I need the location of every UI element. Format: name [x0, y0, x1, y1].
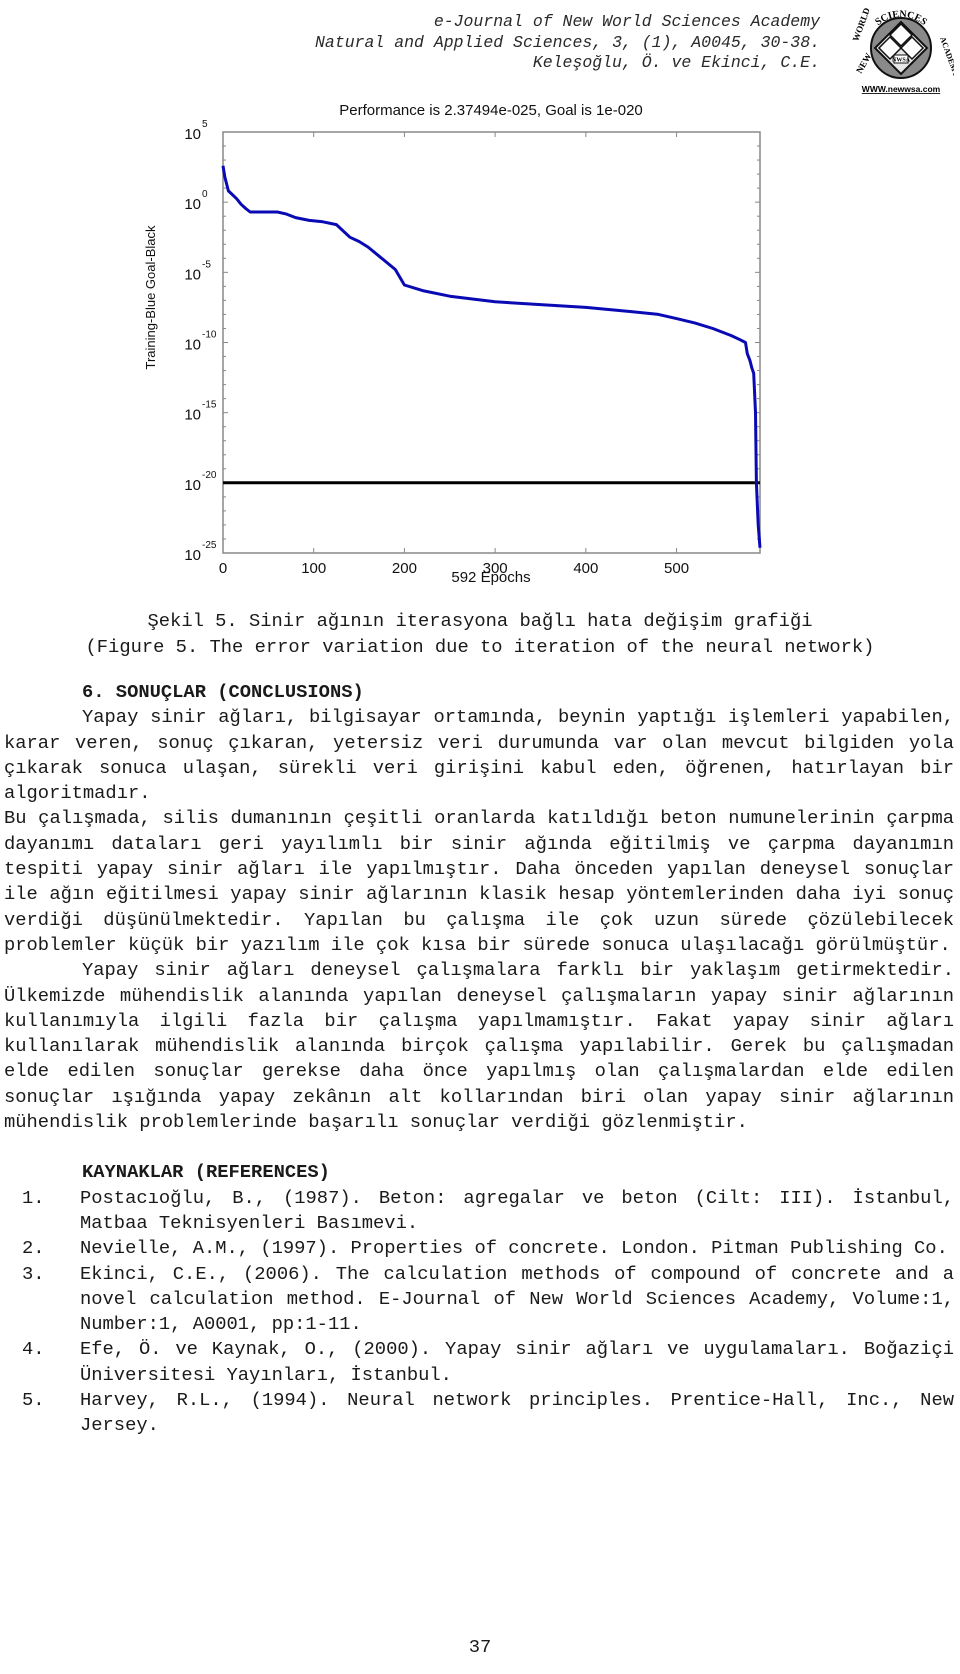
page-number: 37 [468, 1636, 492, 1658]
y-tick-label: 10 [184, 266, 201, 283]
x-tick-label: 200 [392, 560, 417, 577]
paragraph: Bu çalışmada, silis dumanının çeşitli or… [4, 807, 954, 956]
references-section: KAYNAKLAR (REFERENCES) 1. Postacıoğlu, B… [4, 1160, 954, 1438]
caption-english: (Figure 5. The error variation due to it… [85, 636, 875, 658]
y-tick-label: 10 [184, 477, 201, 494]
reference-text: Efe, Ö. ve Kaynak, O., (2000). Yapay sin… [80, 1338, 954, 1386]
y-tick-exponent: -5 [202, 259, 211, 270]
reference-number: 5. [22, 1389, 45, 1412]
y-tick-label: 10 [184, 196, 201, 213]
training-performance-chart: Performance is 2.37494e-025, Goal is 1e-… [143, 102, 762, 586]
y-tick-label: 10 [184, 126, 201, 143]
x-tick-label: 0 [219, 560, 227, 577]
reference-item: 1. Postacıoğlu, B., (1987). Beton: agreg… [4, 1186, 954, 1237]
y-tick-exponent: -25 [202, 540, 217, 551]
reference-number: 4. [22, 1338, 45, 1361]
y-tick-exponent: -10 [202, 330, 217, 341]
y-tick-exponent: 5 [202, 119, 208, 130]
reference-item: 5. Harvey, R.L., (1994). Neural network … [4, 1388, 954, 1439]
reference-number: 2. [22, 1237, 45, 1260]
references-heading: KAYNAKLAR (REFERENCES) [82, 1161, 330, 1184]
logo-center-text: NWSA [892, 58, 911, 64]
chart-title: Performance is 2.37494e-025, Goal is 1e-… [339, 102, 643, 119]
y-tick-label: 10 [184, 407, 201, 424]
y-axis-label-text: Training-Blue Goal-Black [143, 225, 158, 370]
nwsa-logo: NWSA SCIENCES WORLD NEW ACADEMY WWW.neww… [850, 6, 954, 94]
y-tick-label: 10 [184, 337, 201, 354]
y-axis-label: Training-Blue Goal-Black [143, 225, 158, 370]
logo-right-text: ACADEMY [938, 36, 954, 79]
reference-text: Harvey, R.L., (1994). Neural network pri… [80, 1389, 954, 1437]
reference-text: Ekinci, C.E., (2006). The calculation me… [80, 1262, 954, 1336]
x-tick-label: 100 [301, 560, 326, 577]
article-authors: Keleşoğlu, Ö. ve Ekinci, C.E. [532, 53, 820, 72]
reference-item: 3. Ekinci, C.E., (2006). The calculation… [4, 1262, 954, 1338]
plot-frame [222, 131, 761, 554]
logo-left-text: WORLD [850, 6, 872, 43]
reference-text: Nevielle, A.M., (1997). Properties of co… [80, 1237, 948, 1260]
y-tick-exponent: -20 [202, 470, 217, 481]
reference-number: 1. [22, 1186, 45, 1209]
figure-caption: Şekil 5. Sinir ağının iterasyona bağlı h… [0, 608, 960, 660]
series-line-training [221, 165, 762, 548]
reference-item: 2. Nevielle, A.M., (1997). Properties of… [4, 1236, 954, 1261]
logo-lower-left-text: NEW [854, 51, 873, 75]
y-tick-exponent: 0 [202, 189, 208, 200]
journal-title: e-Journal of New World Sciences Academy [433, 12, 820, 31]
reference-number: 3. [22, 1262, 45, 1285]
journal-series: Natural and Applied Sciences, 3, (1), A0… [315, 32, 820, 52]
x-tick-label: 400 [573, 560, 598, 577]
x-tick-label: 500 [664, 560, 689, 577]
paragraph: Yapay sinir ağları, bilgisayar ortamında… [4, 706, 954, 805]
journal-header: e-Journal of New World Sciences Academy … [315, 12, 820, 74]
paragraph: Yapay sinir ağları deneysel çalışmalara … [4, 959, 954, 1134]
x-axis-label: 592 Epochs [451, 569, 530, 586]
y-tick-exponent: -15 [202, 400, 217, 411]
caption-turkish: Şekil 5. Sinir ağının iterasyona bağlı h… [147, 610, 813, 632]
article-body: 6. SONUÇLAR (CONCLUSIONS) Yapay sinir ağ… [4, 680, 954, 1439]
reference-item: 4. Efe, Ö. ve Kaynak, O., (2000). Yapay … [4, 1337, 954, 1388]
section-heading: 6. SONUÇLAR (CONCLUSIONS) [82, 681, 364, 703]
reference-text: Postacıoğlu, B., (1987). Beton: agregala… [80, 1186, 954, 1234]
y-tick-label: 10 [184, 547, 201, 564]
